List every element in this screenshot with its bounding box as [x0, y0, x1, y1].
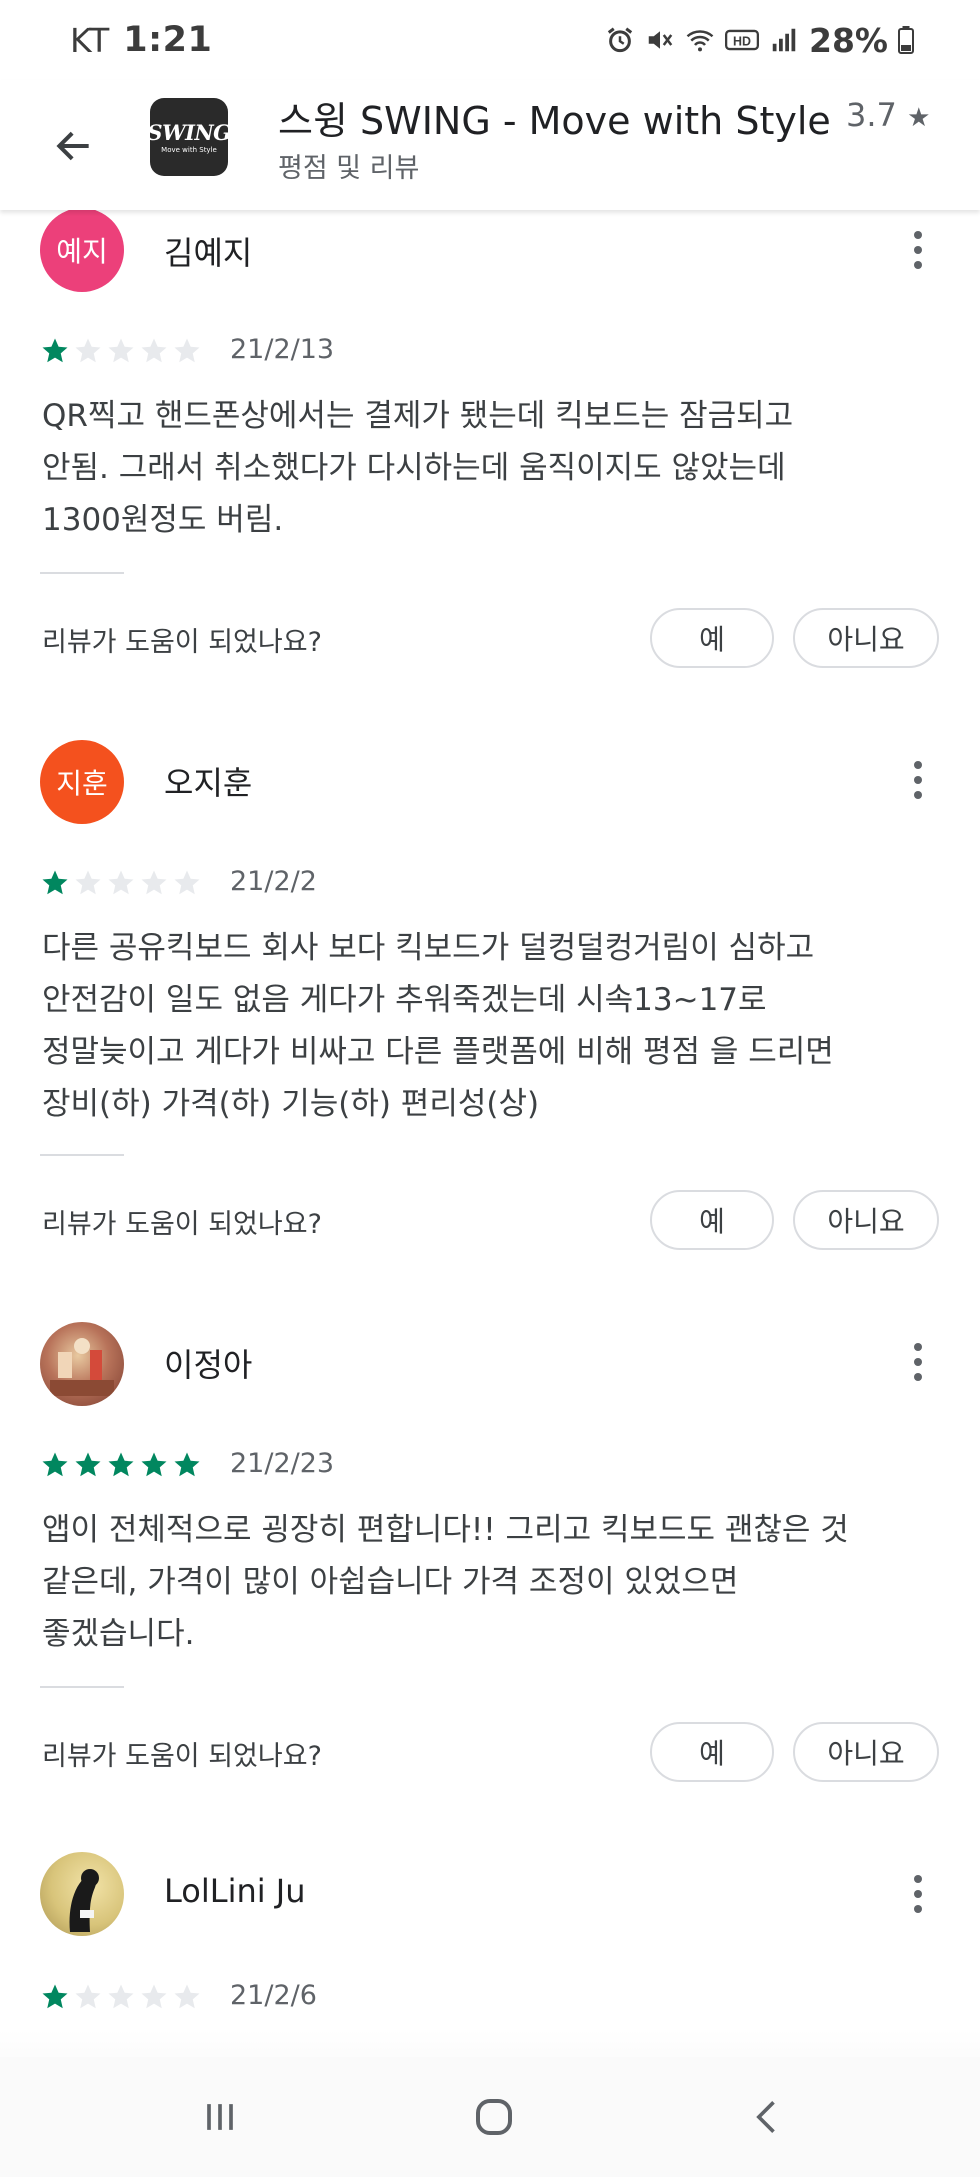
star-rating	[40, 868, 202, 898]
star-filled-icon	[141, 1452, 167, 1477]
review-date: 21/2/2	[230, 866, 317, 897]
mute-icon	[648, 31, 673, 49]
helpful-question: 리뷰가 도움이 되었나요?	[42, 1209, 322, 1240]
star-empty-icon	[75, 338, 101, 363]
helpful-yes-button[interactable]: 예	[650, 1190, 774, 1250]
app-title: 스윙 SWING - Move with Style	[278, 99, 831, 143]
helpful-yes-button[interactable]: 예	[650, 1722, 774, 1782]
review-text: 앱이 전체적으로 굉장히 편합니다!! 그리고 킥보드도 괜찮은 것 같은데, …	[42, 1512, 849, 1652]
star-rating	[40, 336, 202, 366]
review-date: 21/2/13	[230, 334, 335, 365]
helpful-question: 리뷰가 도움이 되었나요?	[42, 1741, 322, 1772]
star-empty-icon	[108, 1984, 134, 2009]
divider	[40, 1154, 124, 1156]
hd-icon: HD	[725, 29, 759, 51]
star-filled-icon	[42, 338, 68, 363]
more-options-button[interactable]	[898, 220, 938, 280]
star-empty-icon	[174, 870, 200, 895]
reviews-screen: KT 1:21 HD 28% SWING Move with Style 스윙 …	[0, 0, 980, 2177]
status-bar: KT 1:21 HD 28%	[0, 0, 980, 80]
review-text: 다른 공유킥보드 회사 보다 킥보드가 덜컹덜컹거림이 심하고 안전감이 일도 …	[42, 930, 834, 1122]
helpful-question: 리뷰가 도움이 되었나요?	[42, 627, 322, 658]
app-rating: 3.7 ★	[846, 96, 930, 134]
wifi-icon	[686, 30, 714, 52]
helpful-yes-button[interactable]: 예	[650, 608, 774, 668]
battery-percent: 28%	[809, 20, 888, 60]
star-filled-icon	[42, 870, 68, 895]
star-empty-icon	[75, 1984, 101, 2009]
star-empty-icon	[108, 870, 134, 895]
app-rating-value: 3.7	[846, 96, 897, 134]
svg-text:HD: HD	[733, 35, 751, 49]
reviewer-name: 이정아	[164, 1346, 253, 1384]
back-nav-button[interactable]	[738, 2087, 798, 2147]
home-button[interactable]	[464, 2087, 524, 2147]
signal-icon	[772, 28, 796, 52]
star-empty-icon	[141, 338, 167, 363]
star-filled-icon	[42, 1452, 68, 1477]
divider	[40, 572, 124, 574]
helpful-no-button[interactable]: 아니요	[793, 1722, 939, 1782]
app-logo-text: SWING	[147, 120, 231, 145]
avatar	[40, 1852, 124, 1936]
star-empty-icon	[174, 1984, 200, 2009]
star-empty-icon	[141, 870, 167, 895]
avatar	[40, 1322, 124, 1406]
system-nav-bar	[0, 2057, 980, 2177]
reviewer-name: 김예지	[164, 234, 253, 272]
divider	[40, 1686, 124, 1688]
recent-apps-button[interactable]	[190, 2087, 250, 2147]
star-filled-icon	[42, 1984, 68, 2009]
avatar-photo	[50, 1338, 114, 1396]
helpful-no-button[interactable]: 아니요	[793, 608, 939, 668]
star-rating	[40, 1450, 202, 1480]
review-date: 21/2/6	[230, 1980, 317, 2011]
carrier-label: KT	[70, 20, 110, 60]
reviewer-name: 오지훈	[164, 764, 253, 802]
avatar: 예지	[40, 208, 124, 292]
star-empty-icon	[141, 1984, 167, 2009]
app-logo-tagline: Move with Style	[161, 146, 217, 154]
battery-icon	[898, 26, 914, 54]
more-options-button[interactable]	[898, 1332, 938, 1392]
review-text: QR찍고 핸드폰상에서는 결제가 됐는데 킥보드는 잠금되고 안됨. 그래서 취…	[42, 398, 794, 538]
avatar-photo	[69, 1869, 99, 1932]
arrow-back-icon	[56, 131, 89, 161]
helpful-no-button[interactable]: 아니요	[793, 1190, 939, 1250]
back-button[interactable]	[44, 116, 104, 176]
star-filled-icon	[174, 1452, 200, 1477]
review-date: 21/2/23	[230, 1448, 335, 1479]
back-nav-icon	[756, 2101, 775, 2133]
star-rating	[40, 1982, 202, 2012]
reviewer-name: LolLini Ju	[164, 1872, 306, 1910]
star-filled-icon	[75, 1452, 101, 1477]
clock: 1:21	[123, 20, 213, 60]
avatar-initials: 지훈	[56, 767, 108, 800]
star-icon: ★	[907, 103, 931, 133]
star-empty-icon	[75, 870, 101, 895]
avatar-initials: 예지	[56, 235, 108, 268]
star-empty-icon	[174, 338, 200, 363]
recent-apps-icon	[207, 2104, 233, 2130]
star-filled-icon	[108, 1452, 134, 1477]
app-icon: SWING Move with Style	[147, 98, 231, 176]
more-options-button[interactable]	[898, 1864, 938, 1924]
avatar: 지훈	[40, 740, 124, 824]
alarm-icon	[607, 27, 633, 53]
home-icon	[476, 2099, 512, 2135]
app-header: SWING Move with Style 스윙 SWING - Move wi…	[0, 80, 980, 210]
more-options-button[interactable]	[898, 750, 938, 810]
star-empty-icon	[108, 338, 134, 363]
page-subtitle: 평점 및 리뷰	[278, 153, 420, 184]
